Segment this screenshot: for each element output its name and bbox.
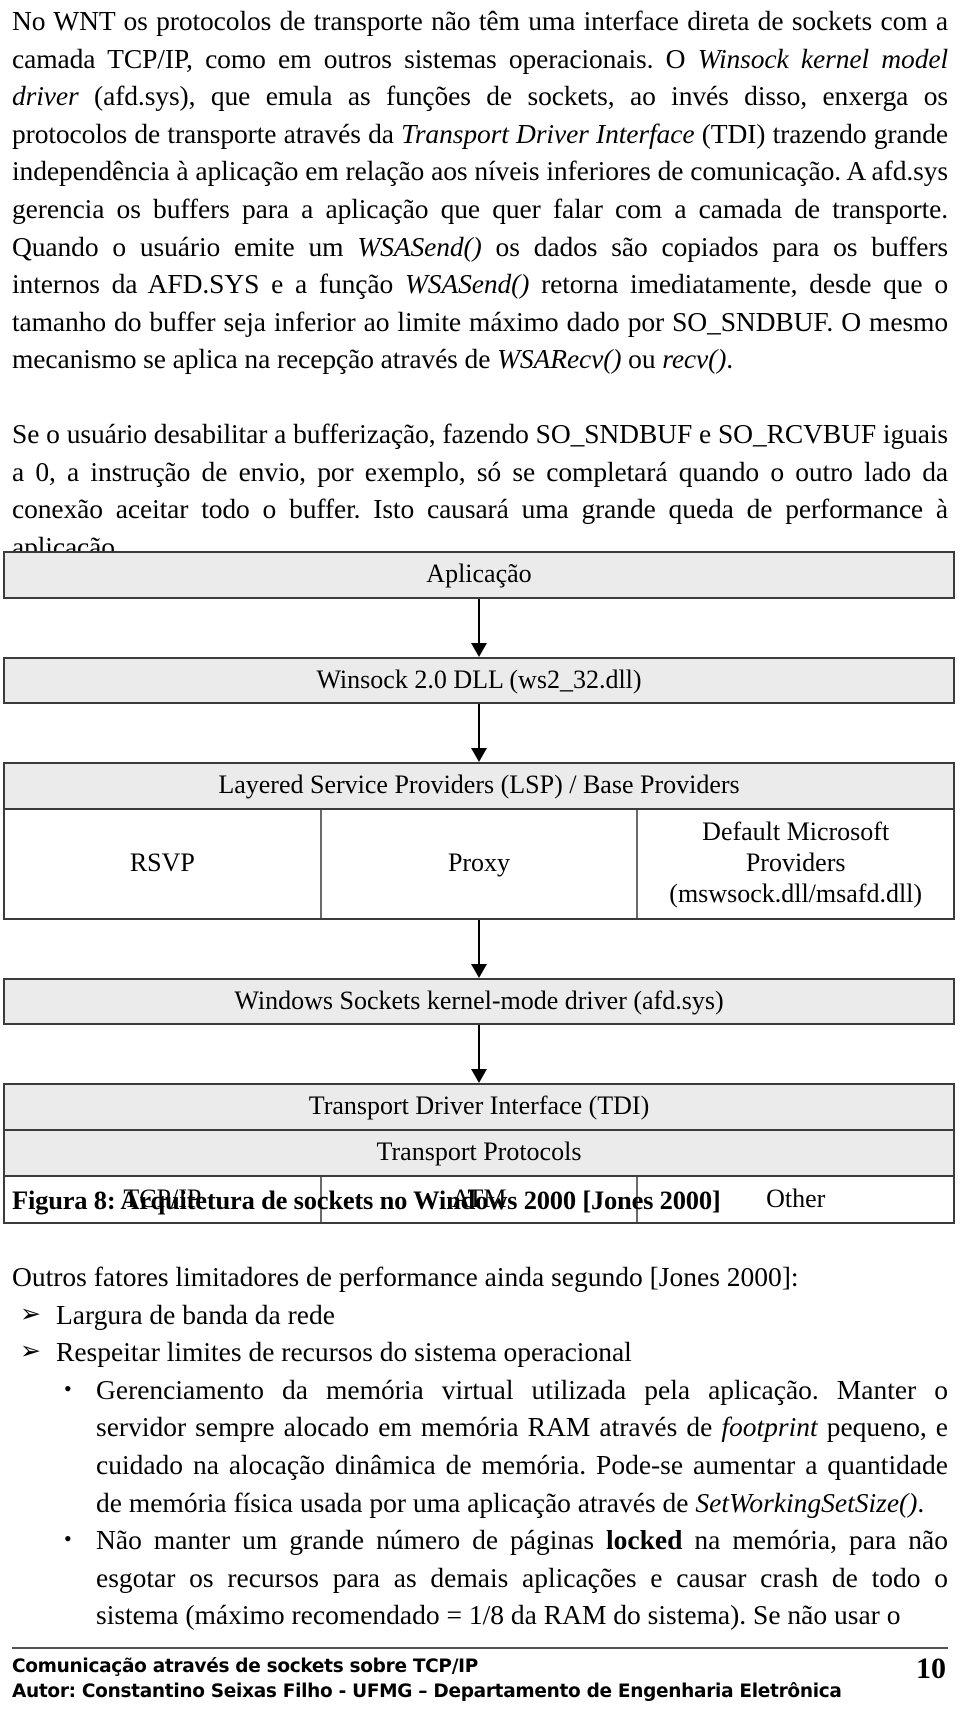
diagram-box-tdi: Transport Driver Interface (TDI)	[3, 1083, 955, 1131]
figure-caption: Figura 8: Arquitetura de sockets no Wind…	[12, 1185, 721, 1216]
list-item: ➢ Respeitar limites de recursos do siste…	[12, 1333, 948, 1371]
footer-text: Comunicação através de sockets sobre TCP…	[12, 1654, 842, 1704]
list-intro-text: Outros fatores limitadores de performanc…	[12, 1261, 799, 1292]
arrow-lsp-to-afd	[3, 919, 955, 978]
arrow-application-to-winsock	[3, 598, 955, 657]
arrow-stem	[478, 598, 480, 647]
list-item-label: Largura de banda da rede	[56, 1298, 335, 1330]
limiting-factors-list: ➢ Largura de banda da rede ➢ Respeitar l…	[12, 1296, 948, 1371]
diagram-cell-rsvp: RSVP	[5, 810, 320, 918]
page-number: 10	[916, 1652, 946, 1685]
arrow-stem	[478, 919, 480, 968]
arrow-stem	[478, 704, 480, 753]
footer-line-title: Comunicação através de sockets sobre TCP…	[12, 1656, 478, 1677]
arrow-bullet-icon: ➢	[20, 1300, 41, 1328]
list-item-label: Gerenciamento da memória virtual utiliza…	[96, 1373, 948, 1518]
paragraph-2: Se o usuário desabilitar a bufferização,…	[12, 417, 948, 562]
list-item: ➢ Largura de banda da rede	[12, 1296, 948, 1334]
dot-bullet-icon: •	[64, 1375, 72, 1401]
figure-caption-prefix: Figura 8	[12, 1185, 107, 1215]
sockets-architecture-diagram: Aplicação Winsock 2.0 DLL (ws2_32.dll) L…	[3, 551, 955, 1224]
list-item-label: Respeitar limites de recursos do sistema…	[56, 1336, 632, 1368]
arrow-winsock-to-lsp	[3, 704, 955, 763]
arrow-head-icon	[471, 748, 487, 763]
lower-text-block: Outros fatores limitadores de performanc…	[12, 1258, 948, 1634]
dot-bullet-icon: •	[64, 1526, 72, 1552]
os-resource-sublist: • Gerenciamento da memória virtual utili…	[12, 1371, 948, 1634]
document-page: No WNT os protocolos de transporte não t…	[0, 0, 960, 1714]
arrow-afd-to-tdi	[3, 1025, 955, 1084]
figure-caption-text: Arquitetura de sockets no Windows 2000 […	[120, 1185, 721, 1215]
list-item: • Não manter um grande número de páginas…	[12, 1521, 948, 1634]
body-text-block: No WNT os protocolos de transporte não t…	[12, 2, 948, 565]
arrow-bullet-icon: ➢	[20, 1338, 41, 1366]
diagram-cell-proxy-label: Proxy	[447, 848, 511, 878]
diagram-lsp-provider-row: RSVP Proxy Default Microsoft Providers (ms…	[3, 810, 955, 920]
arrow-stem	[478, 1025, 480, 1074]
diagram-box-transport-protocols: Transport Protocols	[3, 1130, 955, 1177]
diagram-cell-default-providers-label: Default Microsoft Providers (mswsock.dll/m…	[669, 817, 923, 909]
page-footer: Comunicação através de sockets sobre TCP…	[12, 1647, 948, 1704]
figure-caption-separator: :	[106, 1185, 121, 1215]
paragraph-1: No WNT os protocolos de transporte não t…	[12, 5, 949, 375]
diagram-cell-default-microsoft-providers: Default Microsoft Providers (mswsock.dll/m…	[636, 810, 953, 918]
footer-line-author: Autor: Constantino Seixas Filho - UFMG –…	[12, 1681, 842, 1702]
diagram-cell-rsvp-label: RSVP	[129, 848, 195, 878]
list-item: • Gerenciamento da memória virtual utili…	[12, 1371, 948, 1521]
list-item-label: Não manter um grande número de páginas l…	[96, 1524, 948, 1631]
arrow-head-icon	[471, 642, 487, 657]
diagram-box-application: Aplicação	[3, 551, 955, 599]
diagram-cell-proxy: Proxy	[319, 810, 637, 918]
arrow-head-icon	[471, 1069, 487, 1084]
diagram-box-winsock-dll: Winsock 2.0 DLL (ws2_32.dll)	[3, 656, 955, 705]
diagram-box-lsp-header: Layered Service Providers (LSP) / Base P…	[3, 762, 955, 811]
diagram-box-afd-driver: Windows Sockets kernel-mode driver (afd.…	[3, 977, 955, 1026]
arrow-head-icon	[471, 963, 487, 978]
